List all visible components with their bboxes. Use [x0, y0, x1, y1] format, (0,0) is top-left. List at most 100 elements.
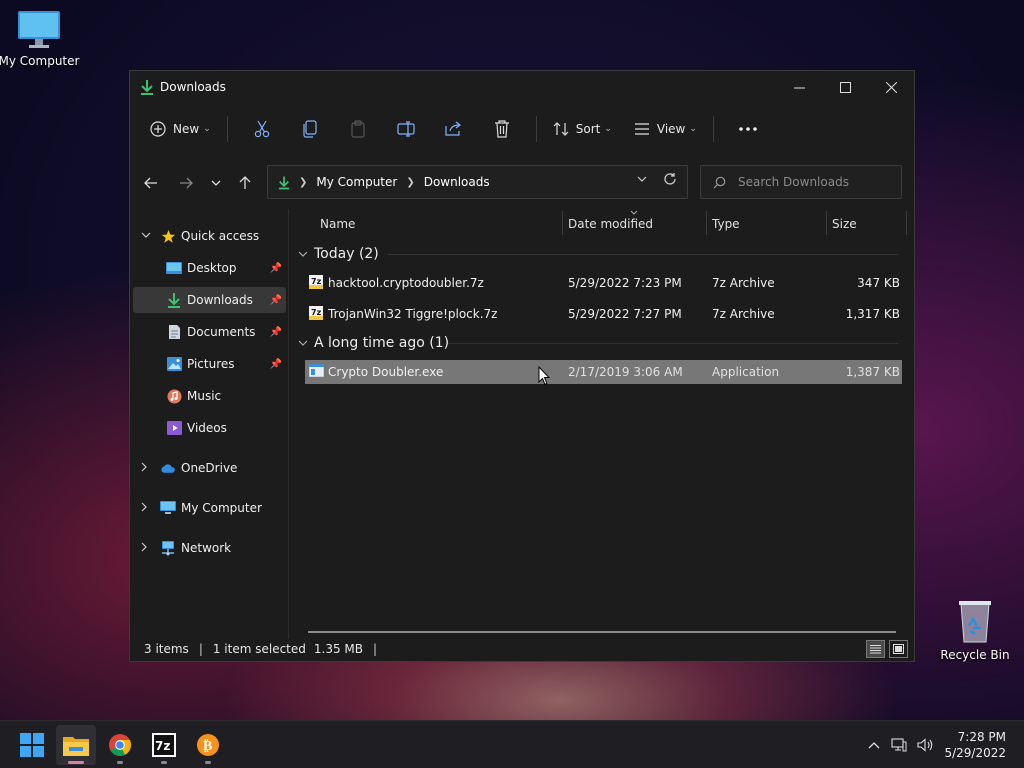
sidebar-item-pictures[interactable]: Pictures 📌	[133, 351, 286, 377]
column-header-date-modified[interactable]: Date modified	[568, 209, 653, 239]
pictures-folder-icon	[166, 356, 182, 372]
new-button[interactable]: New ⌄	[144, 113, 217, 145]
taskbar-file-explorer[interactable]	[56, 725, 96, 765]
sidebar-item-videos[interactable]: Videos	[133, 415, 286, 441]
column-header-type[interactable]: Type	[712, 209, 740, 239]
desktop-icon-recycle-bin[interactable]: Recycle Bin	[930, 598, 1020, 662]
chevron-down-icon	[298, 338, 308, 349]
chevron-right-icon[interactable]	[141, 502, 147, 515]
taskbar-7zip[interactable]: 7z	[144, 725, 184, 765]
rename-button[interactable]	[382, 113, 430, 145]
taskbar-chrome[interactable]	[100, 725, 140, 765]
sidebar-item-documents[interactable]: Documents 📌	[133, 319, 286, 345]
cut-button[interactable]	[238, 113, 286, 145]
copy-button[interactable]	[286, 113, 334, 145]
cut-icon	[254, 120, 269, 138]
pin-icon[interactable]: 📌	[270, 295, 282, 306]
group-header-today[interactable]: Today (2)	[298, 242, 379, 266]
pin-icon[interactable]: 📌	[270, 327, 282, 338]
up-button[interactable]	[233, 171, 257, 195]
start-button[interactable]	[12, 725, 52, 765]
sidebar-item-desktop[interactable]: Desktop 📌	[133, 255, 286, 281]
network-icon	[160, 540, 176, 556]
sidebar-item-my-computer[interactable]: My Computer	[133, 495, 286, 521]
status-bar: 3 items | 1 item selected 1.35 MB |	[130, 637, 914, 661]
sort-button[interactable]: Sort ⌄	[547, 113, 618, 145]
column-divider[interactable]	[906, 211, 907, 235]
pin-icon[interactable]: 📌	[270, 263, 282, 274]
plus-circle-icon	[150, 121, 166, 137]
column-divider[interactable]	[706, 211, 707, 235]
search-input[interactable]	[738, 175, 888, 189]
details-view-icon	[870, 645, 881, 654]
sidebar-item-network[interactable]: Network	[133, 535, 286, 561]
column-divider[interactable]	[826, 211, 827, 235]
sidebar-item-downloads[interactable]: Downloads 📌	[133, 287, 286, 313]
status-divider: |	[198, 642, 203, 656]
tiles-view-toggle[interactable]	[889, 640, 908, 658]
recent-locations-button[interactable]	[204, 171, 228, 195]
taskbar-bitcoin-app[interactable]: ₿	[188, 725, 228, 765]
forward-button[interactable]	[174, 171, 198, 195]
more-options-button[interactable]	[724, 113, 772, 145]
delete-button[interactable]	[478, 113, 526, 145]
address-bar[interactable]: ❯ My Computer ❯ Downloads	[267, 165, 688, 199]
details-view-toggle[interactable]	[866, 640, 885, 658]
pane-splitter[interactable]	[288, 209, 289, 639]
chevron-down-icon: ⌄	[604, 124, 612, 134]
recycle-bin-icon	[959, 601, 991, 643]
svg-text:7z: 7z	[155, 739, 170, 753]
title-bar[interactable]: Downloads	[130, 71, 914, 103]
paste-icon	[351, 120, 365, 138]
volume-button[interactable]	[912, 738, 938, 752]
maximize-button[interactable]	[822, 71, 868, 103]
download-arrow-icon	[141, 80, 153, 95]
chevron-right-icon[interactable]	[141, 462, 147, 475]
address-dropdown-icon[interactable]	[637, 174, 647, 185]
file-type: 7z Archive	[712, 276, 775, 290]
back-button[interactable]	[139, 171, 163, 195]
new-label: New	[173, 122, 200, 136]
navigation-pane: Quick access Desktop 📌 Downloads 📌 Docum…	[130, 211, 288, 639]
system-clock[interactable]: 7:28 PM 5/29/2022	[944, 729, 1006, 761]
breadcrumb-my-computer[interactable]: My Computer	[316, 175, 397, 189]
group-label: A long time ago (1)	[314, 335, 450, 351]
search-box[interactable]	[700, 165, 902, 199]
sidebar-item-music[interactable]: Music	[133, 383, 286, 409]
videos-folder-icon	[166, 420, 182, 436]
paste-button[interactable]	[334, 113, 382, 145]
column-header-size[interactable]: Size	[832, 209, 857, 239]
computer-icon	[160, 500, 176, 516]
share-button[interactable]	[430, 113, 478, 145]
music-folder-icon	[166, 388, 182, 404]
breadcrumb-downloads[interactable]: Downloads	[424, 175, 490, 189]
desktop-icon-label: My Computer	[0, 54, 80, 68]
desktop-icon-my-computer[interactable]: My Computer	[0, 10, 84, 68]
chevron-right-icon[interactable]	[141, 542, 147, 555]
minimize-button[interactable]	[776, 71, 822, 103]
file-date: 5/29/2022 7:23 PM	[568, 276, 682, 290]
pin-icon[interactable]: 📌	[270, 359, 282, 370]
desktop-folder-icon	[166, 260, 182, 276]
group-header-long-ago[interactable]: A long time ago (1)	[298, 331, 449, 355]
view-button[interactable]: View ⌄	[628, 113, 703, 145]
chevron-down-icon: ⌄	[689, 124, 697, 134]
sidebar-item-label: My Computer	[181, 501, 262, 515]
more-icon	[739, 127, 757, 131]
sidebar-item-quick-access[interactable]: Quick access	[133, 223, 286, 249]
close-button[interactable]	[868, 71, 914, 103]
file-row[interactable]: 7z TrojanWin32 Tiggre!plock.7z 5/29/2022…	[305, 302, 902, 326]
taskbar: 7z ₿ 7:28 PM 5/29/2022	[0, 720, 1024, 768]
file-row[interactable]: 7z hacktool.cryptodoubler.7z 5/29/2022 7…	[305, 271, 902, 295]
chevron-down-icon[interactable]	[141, 231, 151, 241]
running-indicator	[205, 761, 211, 764]
horizontal-scrollbar[interactable]	[308, 631, 896, 633]
sidebar-item-onedrive[interactable]: OneDrive	[133, 455, 286, 481]
clock-time: 7:28 PM	[957, 730, 1006, 744]
show-hidden-icons-button[interactable]	[862, 741, 886, 749]
column-divider[interactable]	[562, 211, 563, 235]
file-row-selected[interactable]: Crypto Doubler.exe 2/17/2019 3:06 AM App…	[305, 360, 902, 384]
column-header-name[interactable]: Name	[320, 209, 355, 239]
refresh-icon[interactable]	[663, 172, 677, 190]
network-status-button[interactable]	[886, 738, 912, 752]
